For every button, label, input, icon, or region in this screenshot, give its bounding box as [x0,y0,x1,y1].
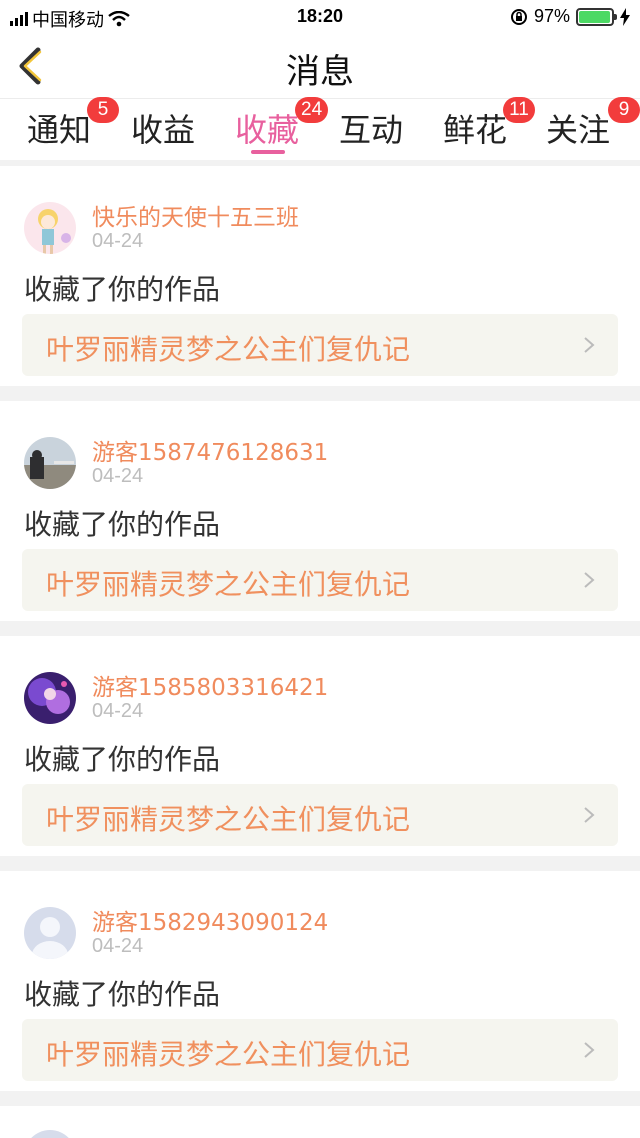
unread-badge: 11 [503,97,535,123]
tab-label: 关注 [546,111,611,149]
chevron-right-icon [584,807,595,823]
tab-label: 通知 [27,111,92,149]
photo-avatar-icon [24,437,76,489]
default-avatar-icon [24,1130,76,1138]
timestamp: 04-24 [92,935,144,957]
work-title: 叶罗丽精灵梦之公主们复仇记 [46,333,411,366]
unread-badge: 5 [87,97,119,123]
username[interactable]: 游客1585803316421 [92,668,328,702]
tab-notifications[interactable]: 通知 5 [27,97,119,151]
activity-text: 收藏了你的作品 [24,508,221,541]
user-avatar[interactable] [24,437,76,489]
user-avatar[interactable] [24,1130,76,1138]
tab-bar: 通知 5 收益 收藏 24 互动 鲜花 11 关注 9 [0,97,640,160]
list-item: 游客1587476128631 04-24 收藏了你的作品 叶罗丽精灵梦之公主们… [0,401,640,621]
tab-favorites[interactable]: 收藏 24 [235,97,329,151]
work-link[interactable]: 叶罗丽精灵梦之公主们复仇记 [22,1019,618,1081]
battery-icon [576,7,617,26]
tab-flowers[interactable]: 鲜花 11 [443,97,535,151]
list-item [0,1106,640,1138]
username[interactable]: 游客1587476128631 [92,433,328,467]
tab-interactions[interactable]: 互动 [339,105,403,151]
tab-label: 鲜花 [443,111,508,149]
user-avatar[interactable] [24,202,76,254]
user-avatar[interactable] [24,672,76,724]
activity-text: 收藏了你的作品 [24,978,221,1011]
activity-text: 收藏了你的作品 [24,273,221,306]
chevron-right-icon [584,1042,595,1058]
default-avatar-icon [24,907,76,959]
work-link[interactable]: 叶罗丽精灵梦之公主们复仇记 [22,549,618,611]
user-avatar[interactable] [24,907,76,959]
battery-percent: 97% [533,6,570,26]
list-item: 游客1582943090124 04-24 收藏了你的作品 叶罗丽精灵梦之公主们… [0,871,640,1091]
work-title: 叶罗丽精灵梦之公主们复仇记 [46,1038,411,1071]
chevron-right-icon [584,337,595,353]
timestamp: 04-24 [92,230,144,252]
active-tab-indicator [251,150,285,154]
tab-earnings[interactable]: 收益 [131,105,195,151]
doll-avatar-icon [24,202,76,254]
work-title: 叶罗丽精灵梦之公主们复仇记 [46,568,411,601]
work-title: 叶罗丽精灵梦之公主们复仇记 [46,803,411,836]
username[interactable]: 快乐的天使十五三班 [92,198,299,232]
username[interactable]: 游客1582943090124 [92,903,328,937]
tab-follows[interactable]: 关注 9 [546,97,640,151]
activity-text: 收藏了你的作品 [24,743,221,776]
status-bar: 中国移动 18:20 97% [0,0,640,34]
list-item: 快乐的天使十五三班 04-24 收藏了你的作品 叶罗丽精灵梦之公主们复仇记 [0,166,640,386]
unread-badge: 24 [295,97,329,123]
work-link[interactable]: 叶罗丽精灵梦之公主们复仇记 [22,784,618,846]
work-link[interactable]: 叶罗丽精灵梦之公主们复仇记 [22,314,618,376]
tab-label: 收益 [131,111,196,149]
anime-avatar-icon [24,672,76,724]
timestamp: 04-24 [92,465,144,487]
unread-badge: 9 [608,97,640,123]
list-item: 游客1585803316421 04-24 收藏了你的作品 叶罗丽精灵梦之公主们… [0,636,640,856]
page-title: 消息 [286,52,354,92]
timestamp: 04-24 [92,700,144,722]
orientation-lock-icon [510,8,527,25]
chevron-right-icon [584,572,595,588]
tab-label: 互动 [339,111,404,149]
tab-label: 收藏 [235,111,300,149]
charging-icon [620,7,630,26]
nav-bar: 消息 [0,34,640,98]
